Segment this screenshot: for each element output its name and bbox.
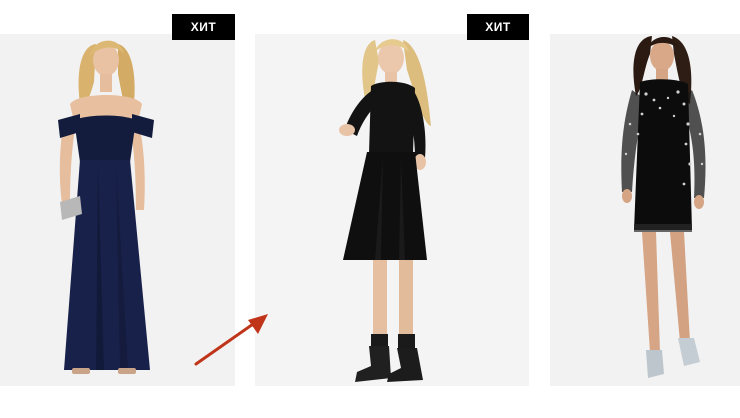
product-card-2[interactable] bbox=[255, 34, 529, 386]
pointer-arrow-icon bbox=[194, 314, 268, 366]
hit-badge-1: ХИТ bbox=[172, 14, 235, 40]
product-card-3[interactable] bbox=[550, 34, 740, 386]
product-grid: ХИТ ХИТ bbox=[0, 0, 740, 418]
hit-badge-2: ХИТ bbox=[467, 14, 529, 40]
product-image-3[interactable] bbox=[550, 34, 740, 386]
product-image-2[interactable] bbox=[255, 34, 529, 386]
